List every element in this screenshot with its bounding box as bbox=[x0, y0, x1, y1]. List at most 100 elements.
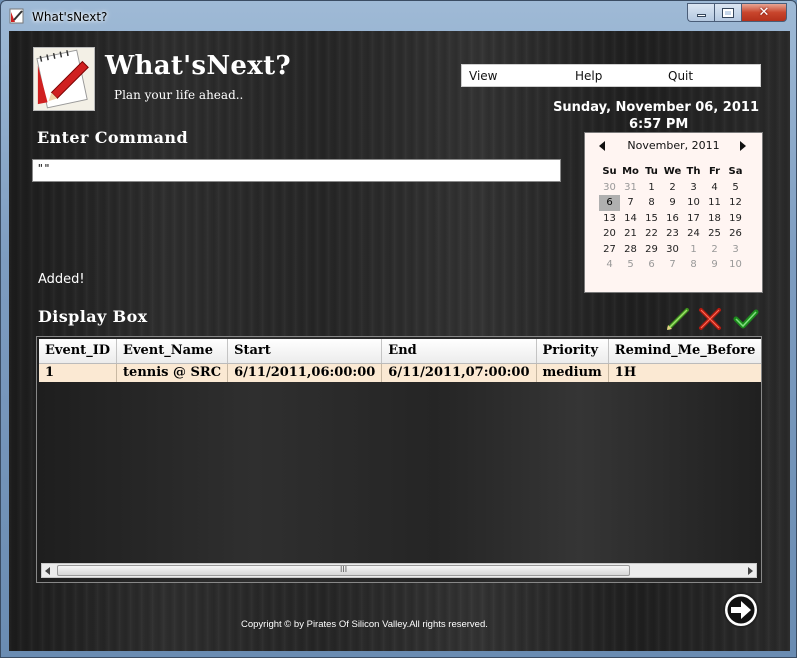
maximize-button[interactable] bbox=[714, 3, 741, 22]
horizontal-scrollbar[interactable]: III bbox=[41, 563, 757, 578]
app-logo bbox=[33, 47, 95, 111]
calendar-day[interactable]: 19 bbox=[725, 211, 746, 227]
menu-help[interactable]: Help bbox=[575, 69, 602, 83]
calendar-week: 30 31 1 2 3 4 5 bbox=[599, 180, 749, 196]
cell-event-id[interactable]: 1 bbox=[39, 363, 118, 382]
calendar-day[interactable]: 9 bbox=[704, 257, 725, 273]
calendar-day[interactable]: 4 bbox=[599, 257, 620, 273]
calendar-day-selected[interactable]: 6 bbox=[599, 195, 620, 211]
display-box-table: Event_ID Event_Name Start End Priority R… bbox=[36, 336, 762, 583]
calendar-day[interactable]: 3 bbox=[683, 180, 704, 196]
next-arrow-button[interactable] bbox=[722, 591, 760, 629]
column-header-start[interactable]: Start bbox=[227, 339, 383, 364]
calendar-day[interactable]: 12 bbox=[725, 195, 746, 211]
calendar-day[interactable]: 17 bbox=[683, 211, 704, 227]
calendar-day[interactable]: 31 bbox=[620, 180, 641, 196]
scroll-left-arrow-icon[interactable] bbox=[45, 567, 50, 575]
column-header-end[interactable]: End bbox=[381, 339, 537, 364]
calendar-weekday: Mo bbox=[622, 166, 639, 177]
command-input[interactable]: "" bbox=[32, 159, 561, 182]
column-header-event-name[interactable]: Event_Name bbox=[116, 339, 229, 364]
calendar-day[interactable]: 10 bbox=[683, 195, 704, 211]
calendar-week: 6 7 8 9 10 11 12 bbox=[599, 195, 749, 211]
calendar-day[interactable]: 1 bbox=[641, 180, 662, 196]
pencil-edit-icon[interactable] bbox=[665, 307, 691, 331]
calendar-day[interactable]: 23 bbox=[662, 226, 683, 242]
calendar-month-label: November, 2011 bbox=[627, 139, 720, 152]
calendar-week: 27 28 29 30 1 2 3 bbox=[599, 242, 749, 258]
minimize-button[interactable] bbox=[687, 3, 714, 22]
calendar-day[interactable]: 11 bbox=[704, 195, 725, 211]
calendar-day[interactable]: 27 bbox=[599, 242, 620, 258]
checkmark-done-icon[interactable] bbox=[733, 307, 759, 331]
calendar-day[interactable]: 9 bbox=[662, 195, 683, 211]
menu-view[interactable]: View bbox=[469, 69, 497, 83]
calendar-grid: Su Mo Tu We Th Fr Sa 30 31 1 2 3 4 5 6 7… bbox=[599, 164, 749, 273]
calendar-day[interactable]: 2 bbox=[704, 242, 725, 258]
cell-event-name[interactable]: tennis @ SRC bbox=[116, 363, 229, 382]
cell-remind-me-before[interactable]: 1H bbox=[608, 363, 761, 382]
calendar-day[interactable]: 2 bbox=[662, 180, 683, 196]
column-header-event-id[interactable]: Event_ID bbox=[39, 339, 118, 364]
column-header-priority[interactable]: Priority bbox=[536, 339, 609, 364]
calendar-weekday: Su bbox=[602, 166, 617, 177]
calendar-weekday: Th bbox=[686, 166, 701, 177]
scrollbar-thumb[interactable]: III bbox=[57, 565, 630, 576]
calendar-day[interactable]: 13 bbox=[599, 211, 620, 227]
calendar-week: 13 14 15 16 17 18 19 bbox=[599, 211, 749, 227]
maximize-icon bbox=[722, 7, 734, 18]
close-button[interactable]: ✕ bbox=[741, 3, 787, 22]
calendar-week: 4 5 6 7 8 9 10 bbox=[599, 257, 749, 273]
calendar-day[interactable]: 25 bbox=[704, 226, 725, 242]
calendar-day[interactable]: 6 bbox=[641, 257, 662, 273]
calendar-day[interactable]: 21 bbox=[620, 226, 641, 242]
calendar-day[interactable]: 7 bbox=[620, 195, 641, 211]
app-title: What'sNext? bbox=[105, 51, 291, 81]
cell-priority[interactable]: medium bbox=[536, 363, 609, 382]
cell-start[interactable]: 6/11/2011,06:00:00 bbox=[227, 363, 383, 382]
title-bar[interactable]: What'sNext? ✕ bbox=[1, 1, 796, 31]
calendar-weekday-row: Su Mo Tu We Th Fr Sa bbox=[599, 164, 749, 180]
calendar-day[interactable]: 8 bbox=[683, 257, 704, 273]
display-box-heading: Display Box bbox=[38, 307, 148, 326]
calendar-next-month-icon[interactable] bbox=[740, 141, 746, 151]
status-message: Added! bbox=[38, 272, 85, 287]
column-header-remind-me-before[interactable]: Remind_Me_Before bbox=[608, 339, 761, 364]
delete-x-icon[interactable] bbox=[697, 307, 723, 331]
calendar-day[interactable]: 3 bbox=[725, 242, 746, 258]
calendar-day[interactable]: 28 bbox=[620, 242, 641, 258]
calendar-day[interactable]: 7 bbox=[662, 257, 683, 273]
calendar-day[interactable]: 4 bbox=[704, 180, 725, 196]
copyright-text: Copyright © by Pirates Of Silicon Valley… bbox=[241, 619, 488, 630]
menu-quit[interactable]: Quit bbox=[668, 69, 693, 83]
calendar-day[interactable]: 5 bbox=[725, 180, 746, 196]
notepad-icon bbox=[9, 8, 24, 24]
calendar-day[interactable]: 22 bbox=[641, 226, 662, 242]
events-table: Event_ID Event_Name Start End Priority R… bbox=[39, 339, 761, 382]
calendar-day[interactable]: 24 bbox=[683, 226, 704, 242]
calendar-weekday: Tu bbox=[645, 166, 658, 177]
current-date: Sunday, November 06, 2011 bbox=[553, 100, 759, 115]
calendar-day[interactable]: 26 bbox=[725, 226, 746, 242]
current-time: 6:57 PM bbox=[629, 117, 689, 132]
calendar-day[interactable]: 5 bbox=[620, 257, 641, 273]
calendar-day[interactable]: 30 bbox=[662, 242, 683, 258]
calendar-day[interactable]: 15 bbox=[641, 211, 662, 227]
table-row[interactable]: 1 tennis @ SRC 6/11/2011,06:00:00 6/11/2… bbox=[39, 363, 761, 382]
calendar-day[interactable]: 16 bbox=[662, 211, 683, 227]
minimize-icon bbox=[696, 14, 706, 17]
calendar-day[interactable]: 1 bbox=[683, 242, 704, 258]
calendar-day[interactable]: 8 bbox=[641, 195, 662, 211]
table-header-row: Event_ID Event_Name Start End Priority R… bbox=[39, 339, 761, 364]
calendar-day[interactable]: 20 bbox=[599, 226, 620, 242]
close-icon: ✕ bbox=[758, 5, 770, 20]
calendar-day[interactable]: 10 bbox=[725, 257, 746, 273]
enter-command-heading: Enter Command bbox=[37, 128, 189, 147]
scroll-right-arrow-icon[interactable] bbox=[748, 567, 753, 575]
calendar-day[interactable]: 18 bbox=[704, 211, 725, 227]
calendar-day[interactable]: 30 bbox=[599, 180, 620, 196]
calendar-day[interactable]: 14 bbox=[620, 211, 641, 227]
window-title: What'sNext? bbox=[32, 10, 108, 24]
calendar-day[interactable]: 29 bbox=[641, 242, 662, 258]
cell-end[interactable]: 6/11/2011,07:00:00 bbox=[381, 363, 537, 382]
